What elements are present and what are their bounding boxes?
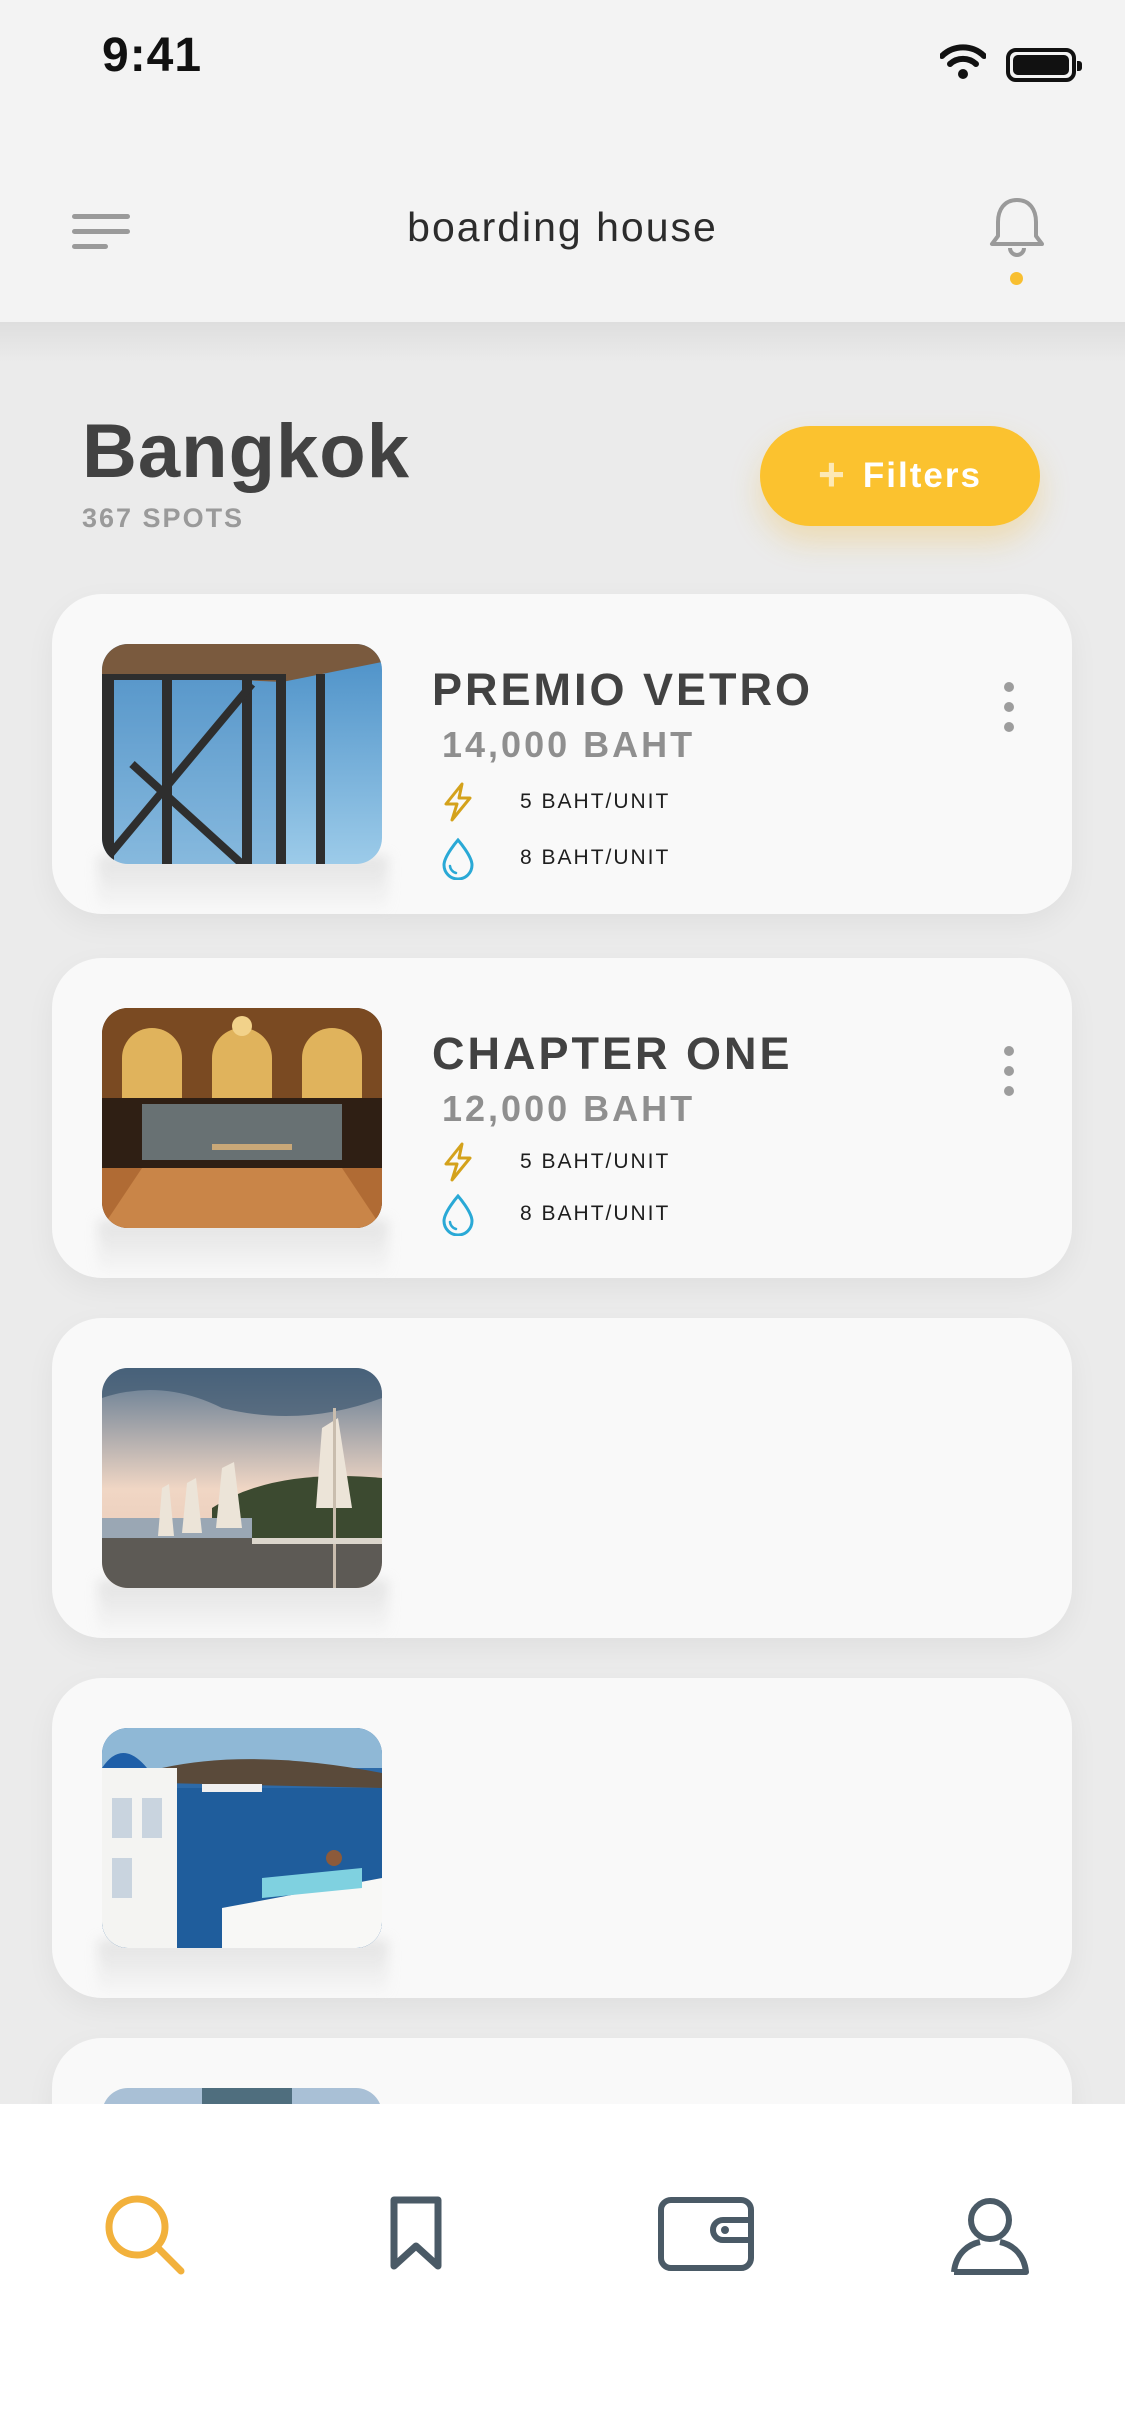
battery-icon — [1006, 48, 1082, 82]
app-title: boarding house — [407, 204, 718, 250]
city-title: Bangkok — [82, 409, 410, 494]
search-icon — [105, 2195, 185, 2275]
electricity-rate: 5 BAHT/UNIT — [436, 1140, 668, 1184]
electricity-rate-text: 5 BAHT/UNIT — [520, 790, 671, 813]
water-drop-icon — [442, 1193, 474, 1236]
water-rate: 8 BAHT/UNIT — [436, 836, 668, 880]
listing-card[interactable] — [52, 1318, 1072, 1638]
listing-price: 14,000 BAHT — [442, 724, 696, 765]
bookmark-icon — [390, 2196, 442, 2270]
listing-photo — [102, 1728, 382, 1948]
lightning-icon — [444, 1142, 472, 1182]
nav-bookmarks[interactable] — [366, 2184, 466, 2284]
thumbnail-reflection — [98, 1940, 388, 1998]
wifi-icon — [940, 44, 986, 79]
electricity-rate-text: 5 BAHT/UNIT — [520, 1150, 671, 1173]
thumbnail-reflection — [98, 1580, 388, 1638]
plus-icon: + — [818, 448, 845, 500]
listing-photo — [102, 1368, 382, 1588]
status-bar: 9:41 — [0, 0, 1125, 120]
lightning-icon — [444, 782, 472, 822]
listing-price: 12,000 BAHT — [442, 1088, 696, 1129]
spots-count: 367 SPOTS — [82, 503, 245, 533]
water-rate-text: 8 BAHT/UNIT — [520, 1202, 671, 1225]
water-drop-icon — [442, 837, 474, 880]
header-shadow — [0, 322, 1125, 362]
filters-label: Filters — [862, 456, 982, 495]
status-time: 9:41 — [102, 29, 203, 82]
water-rate-text: 8 BAHT/UNIT — [520, 846, 671, 869]
listing-card[interactable] — [52, 1678, 1072, 1998]
listing-photo — [102, 1008, 382, 1228]
more-options-icon[interactable] — [1002, 682, 1016, 742]
listing-name: PREMIO VETRO — [432, 664, 814, 715]
thumbnail-reflection — [98, 1220, 388, 1278]
nav-wallet[interactable] — [656, 2184, 756, 2284]
electricity-rate: 5 BAHT/UNIT — [436, 780, 668, 824]
listing-card[interactable]: CHAPTER ONE 12,000 BAHT 5 BAHT/UNIT 8 BA… — [52, 958, 1072, 1278]
listing-photo — [102, 644, 382, 864]
wallet-icon — [658, 2197, 754, 2271]
bell-icon[interactable] — [988, 196, 1046, 258]
profile-icon — [951, 2198, 1029, 2275]
notification-dot — [1010, 272, 1023, 285]
listing-name: CHAPTER ONE — [432, 1028, 793, 1079]
water-rate: 8 BAHT/UNIT — [436, 1192, 668, 1236]
more-options-icon[interactable] — [1002, 1046, 1016, 1106]
listing-card[interactable]: PREMIO VETRO 14,000 BAHT 5 BAHT/UNIT 8 B… — [52, 594, 1072, 914]
nav-profile[interactable] — [940, 2184, 1040, 2284]
nav-search[interactable] — [94, 2184, 194, 2284]
thumbnail-reflection — [98, 856, 388, 914]
filters-button[interactable]: + Filters — [760, 426, 1040, 526]
